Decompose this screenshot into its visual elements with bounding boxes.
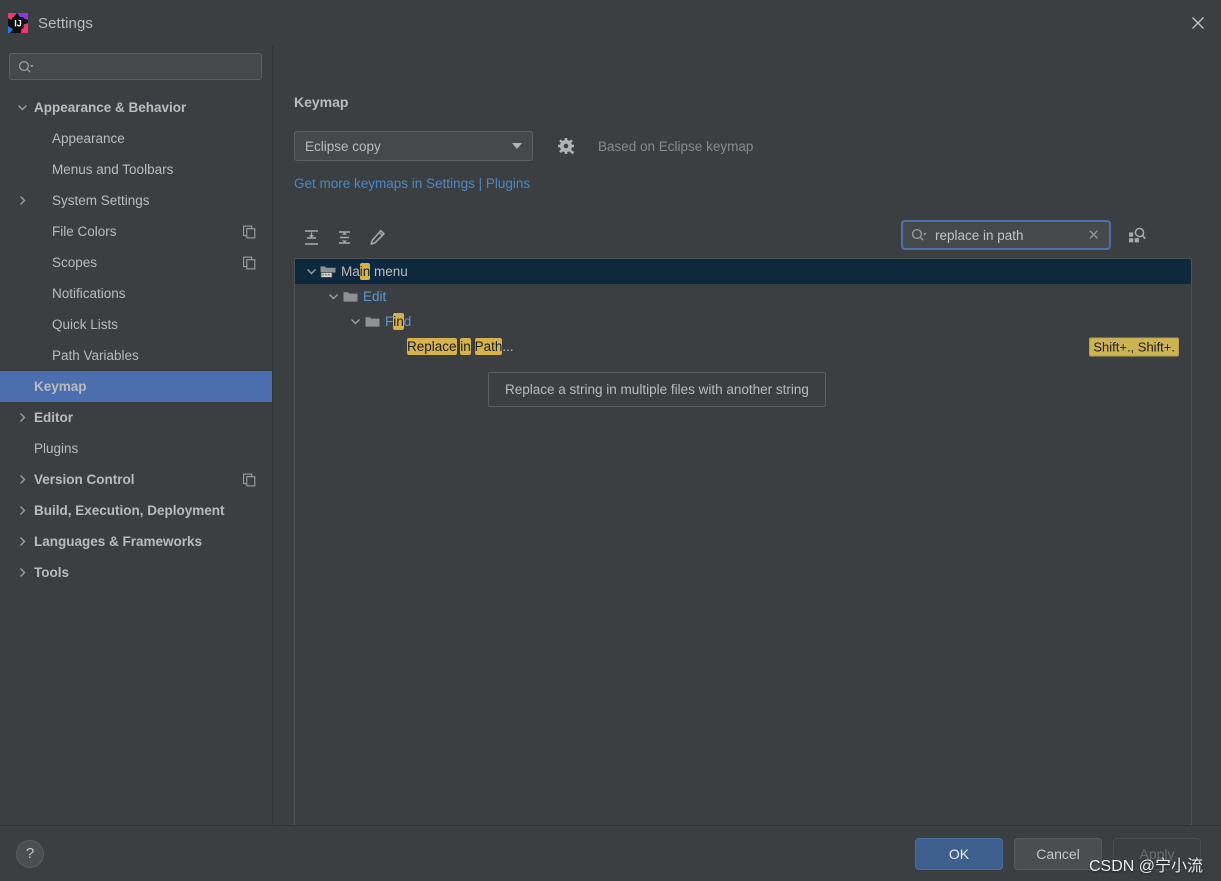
sidebar-item-label: Path Variables — [52, 348, 139, 363]
keymap-tree-row-label: Edit — [363, 289, 387, 304]
chevron-down-icon — [512, 143, 522, 149]
sidebar-item-appearance-behavior[interactable]: Appearance & Behavior — [0, 92, 272, 123]
sidebar-item-label: Editor — [34, 410, 73, 425]
chevron-down-icon[interactable] — [325, 291, 341, 302]
keymap-tree-row-label: Main menu — [341, 263, 408, 280]
copy-icon[interactable] — [243, 256, 256, 269]
keymap-search-box[interactable]: replace in path ✕ — [901, 220, 1111, 250]
sidebar-item-label: Tools — [34, 565, 69, 580]
sidebar-item-label: Appearance — [52, 131, 125, 146]
sidebar-item-tools[interactable]: Tools — [0, 557, 272, 588]
search-icon — [911, 228, 927, 242]
sidebar-item-file-colors[interactable]: File Colors — [0, 216, 272, 247]
keymap-search-value: replace in path — [935, 227, 1024, 243]
sidebar-item-label: Keymap — [34, 379, 87, 394]
settings-sidebar: Appearance & Behavior Appearance Menus and… — [0, 46, 273, 825]
keymap-action-tree[interactable]: Main menu Edit Find Replace in Path... Shift… — [294, 258, 1192, 830]
sidebar-item-label: Scopes — [52, 255, 98, 270]
footer-buttons: OK Cancel Apply — [915, 837, 1201, 870]
sidebar-item-editor[interactable]: Editor — [0, 402, 272, 433]
keymap-tree-row[interactable]: Find — [295, 309, 1191, 334]
sidebar-item-plugins[interactable]: Plugins — [0, 433, 272, 464]
sidebar-item-path-variables[interactable]: Path Variables — [0, 340, 272, 371]
sidebar-item-label: Plugins — [34, 441, 79, 456]
collapse-all-icon[interactable] — [331, 224, 358, 251]
sidebar-item-label: Menus and Toolbars — [52, 162, 174, 177]
keymap-tree-row-label: Find — [385, 313, 412, 330]
sidebar-item-label: Version Control — [34, 472, 135, 487]
sidebar-item-languages-frameworks[interactable]: Languages & Frameworks — [0, 526, 272, 557]
chevron-right-icon[interactable] — [14, 567, 30, 578]
folder-icon — [341, 290, 359, 303]
action-description-tooltip: Replace a string in multiple files with … — [488, 372, 826, 407]
keymap-tree-row[interactable]: Edit — [295, 284, 1191, 309]
settings-tree: Appearance & Behavior Appearance Menus and… — [0, 92, 272, 825]
keymap-toolbar: replace in path ✕ — [294, 220, 1192, 254]
keymap-tree-row-label: Replace in Path... — [407, 338, 514, 355]
sidebar-item-label: Appearance & Behavior — [34, 100, 187, 115]
sidebar-item-menus-and-toolbars[interactable]: Menus and Toolbars — [0, 154, 272, 185]
main-menu-folder-icon — [319, 265, 337, 279]
dialog-footer: ? OK Cancel Apply CSDN @宁小流 — [0, 825, 1221, 881]
sidebar-item-label: Quick Lists — [52, 317, 119, 332]
expand-all-icon[interactable] — [298, 224, 325, 251]
chevron-right-icon[interactable] — [14, 474, 30, 485]
keymap-select[interactable]: Eclipse copy — [294, 131, 533, 161]
sidebar-item-notifications[interactable]: Notifications — [0, 278, 272, 309]
apply-button: Apply — [1113, 837, 1201, 870]
sidebar-item-label: File Colors — [52, 224, 117, 239]
chevron-down-icon[interactable] — [303, 266, 319, 277]
keymap-tree-rows: Main menu Edit Find Replace in Path... Shift… — [295, 259, 1191, 359]
sidebar-item-version-control[interactable]: Version Control — [0, 464, 272, 495]
sidebar-item-label: System Settings — [52, 193, 150, 208]
based-on-label: Based on Eclipse keymap — [598, 138, 754, 154]
settings-search-input[interactable] — [40, 59, 253, 74]
keymap-tree-row[interactable]: Replace in Path... Shift+., Shift+. — [295, 334, 1191, 359]
clear-icon[interactable]: ✕ — [1084, 228, 1103, 243]
page-title: Keymap — [294, 94, 349, 110]
search-icon — [18, 60, 34, 74]
sidebar-item-quick-lists[interactable]: Quick Lists — [0, 309, 272, 340]
chevron-down-icon[interactable] — [347, 316, 363, 327]
find-by-shortcut-icon[interactable] — [1126, 224, 1148, 246]
sidebar-item-label: Build, Execution, Deployment — [34, 503, 225, 518]
sidebar-item-label: Notifications — [52, 286, 126, 301]
copy-icon[interactable] — [243, 225, 256, 238]
keymap-selector-row: Eclipse copy Based on Eclipse keymap — [294, 131, 1192, 161]
svg-text:IJ: IJ — [14, 19, 22, 29]
sidebar-item-label: Languages & Frameworks — [34, 534, 203, 549]
keymap-panel: Keymap Eclipse copy Based on Eclipse key… — [273, 46, 1221, 830]
sidebar-item-scopes[interactable]: Scopes — [0, 247, 272, 278]
sidebar-item-system-settings[interactable]: System Settings — [0, 185, 272, 216]
chevron-right-icon[interactable] — [14, 412, 30, 423]
keymap-select-value: Eclipse copy — [305, 138, 381, 154]
copy-icon[interactable] — [243, 473, 256, 486]
edit-pencil-icon[interactable] — [364, 224, 391, 251]
window-title: Settings — [38, 14, 93, 32]
keymap-shortcut-badge: Shift+., Shift+. — [1089, 337, 1179, 356]
chevron-right-icon[interactable] — [14, 536, 30, 547]
close-icon[interactable] — [1175, 0, 1221, 46]
sidebar-item-build-execution-deployment[interactable]: Build, Execution, Deployment — [0, 495, 272, 526]
dialog-body: Appearance & Behavior Appearance Menus and… — [0, 46, 1221, 830]
keymap-tree-row[interactable]: Main menu — [295, 259, 1191, 284]
cancel-button[interactable]: Cancel — [1014, 837, 1102, 870]
keymap-find-area: replace in path ✕ — [901, 220, 1148, 250]
sidebar-item-keymap[interactable]: Keymap — [0, 371, 272, 402]
chevron-right-icon[interactable] — [14, 195, 30, 206]
chevron-right-icon[interactable] — [14, 505, 30, 516]
ok-button[interactable]: OK — [915, 837, 1003, 870]
help-icon[interactable]: ? — [16, 839, 44, 868]
intellij-idea-logo-icon: IJ — [8, 13, 28, 33]
settings-search-box[interactable] — [9, 53, 262, 80]
chevron-down-icon[interactable] — [14, 102, 30, 113]
title-bar: IJ Settings — [0, 0, 1221, 46]
get-more-keymaps-link[interactable]: Get more keymaps in Settings | Plugins — [294, 176, 1192, 191]
folder-icon — [363, 315, 381, 328]
gear-icon[interactable] — [555, 135, 577, 157]
settings-dialog: IJ Settings Appearance & Behavior Appear… — [0, 0, 1221, 881]
sidebar-item-appearance[interactable]: Appearance — [0, 123, 272, 154]
